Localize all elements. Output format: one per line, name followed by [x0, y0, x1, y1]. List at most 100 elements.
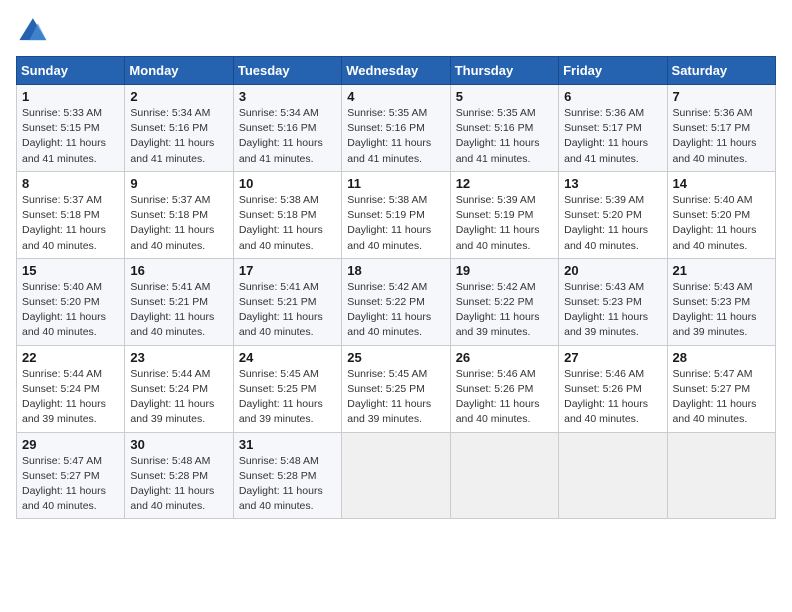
day-info: Sunrise: 5:36 AM Sunset: 5:17 PM Dayligh…	[673, 106, 770, 167]
day-info: Sunrise: 5:39 AM Sunset: 5:19 PM Dayligh…	[456, 193, 553, 254]
header-sunday: Sunday	[17, 57, 125, 85]
calendar-week-row: 1 Sunrise: 5:33 AM Sunset: 5:15 PM Dayli…	[17, 85, 776, 172]
header-wednesday: Wednesday	[342, 57, 450, 85]
day-number: 3	[239, 89, 336, 104]
calendar-day-10: 10 Sunrise: 5:38 AM Sunset: 5:18 PM Dayl…	[233, 171, 341, 258]
calendar-day-29: 29 Sunrise: 5:47 AM Sunset: 5:27 PM Dayl…	[17, 432, 125, 519]
day-info: Sunrise: 5:44 AM Sunset: 5:24 PM Dayligh…	[22, 367, 119, 428]
day-number: 26	[456, 350, 553, 365]
calendar-day-7: 7 Sunrise: 5:36 AM Sunset: 5:17 PM Dayli…	[667, 85, 775, 172]
calendar-day-20: 20 Sunrise: 5:43 AM Sunset: 5:23 PM Dayl…	[559, 258, 667, 345]
calendar-day-5: 5 Sunrise: 5:35 AM Sunset: 5:16 PM Dayli…	[450, 85, 558, 172]
day-info: Sunrise: 5:38 AM Sunset: 5:19 PM Dayligh…	[347, 193, 444, 254]
calendar-day-11: 11 Sunrise: 5:38 AM Sunset: 5:19 PM Dayl…	[342, 171, 450, 258]
day-info: Sunrise: 5:34 AM Sunset: 5:16 PM Dayligh…	[130, 106, 227, 167]
calendar-day-2: 2 Sunrise: 5:34 AM Sunset: 5:16 PM Dayli…	[125, 85, 233, 172]
day-number: 27	[564, 350, 661, 365]
day-number: 1	[22, 89, 119, 104]
day-info: Sunrise: 5:45 AM Sunset: 5:25 PM Dayligh…	[239, 367, 336, 428]
day-info: Sunrise: 5:46 AM Sunset: 5:26 PM Dayligh…	[456, 367, 553, 428]
day-info: Sunrise: 5:41 AM Sunset: 5:21 PM Dayligh…	[130, 280, 227, 341]
calendar-day-18: 18 Sunrise: 5:42 AM Sunset: 5:22 PM Dayl…	[342, 258, 450, 345]
header-tuesday: Tuesday	[233, 57, 341, 85]
calendar-week-row: 8 Sunrise: 5:37 AM Sunset: 5:18 PM Dayli…	[17, 171, 776, 258]
calendar-week-row: 15 Sunrise: 5:40 AM Sunset: 5:20 PM Dayl…	[17, 258, 776, 345]
calendar-week-row: 29 Sunrise: 5:47 AM Sunset: 5:27 PM Dayl…	[17, 432, 776, 519]
calendar-week-row: 22 Sunrise: 5:44 AM Sunset: 5:24 PM Dayl…	[17, 345, 776, 432]
header-friday: Friday	[559, 57, 667, 85]
day-info: Sunrise: 5:46 AM Sunset: 5:26 PM Dayligh…	[564, 367, 661, 428]
empty-cell	[667, 432, 775, 519]
calendar-day-14: 14 Sunrise: 5:40 AM Sunset: 5:20 PM Dayl…	[667, 171, 775, 258]
calendar-table: Sunday Monday Tuesday Wednesday Thursday…	[16, 56, 776, 519]
calendar-day-4: 4 Sunrise: 5:35 AM Sunset: 5:16 PM Dayli…	[342, 85, 450, 172]
calendar-day-25: 25 Sunrise: 5:45 AM Sunset: 5:25 PM Dayl…	[342, 345, 450, 432]
day-info: Sunrise: 5:45 AM Sunset: 5:25 PM Dayligh…	[347, 367, 444, 428]
day-number: 25	[347, 350, 444, 365]
day-number: 31	[239, 437, 336, 452]
calendar-day-12: 12 Sunrise: 5:39 AM Sunset: 5:19 PM Dayl…	[450, 171, 558, 258]
page-header	[16, 16, 776, 44]
day-info: Sunrise: 5:43 AM Sunset: 5:23 PM Dayligh…	[564, 280, 661, 341]
calendar-day-30: 30 Sunrise: 5:48 AM Sunset: 5:28 PM Dayl…	[125, 432, 233, 519]
day-number: 29	[22, 437, 119, 452]
day-number: 23	[130, 350, 227, 365]
day-info: Sunrise: 5:34 AM Sunset: 5:16 PM Dayligh…	[239, 106, 336, 167]
calendar-day-19: 19 Sunrise: 5:42 AM Sunset: 5:22 PM Dayl…	[450, 258, 558, 345]
calendar-day-26: 26 Sunrise: 5:46 AM Sunset: 5:26 PM Dayl…	[450, 345, 558, 432]
day-number: 13	[564, 176, 661, 191]
calendar-day-9: 9 Sunrise: 5:37 AM Sunset: 5:18 PM Dayli…	[125, 171, 233, 258]
day-info: Sunrise: 5:35 AM Sunset: 5:16 PM Dayligh…	[456, 106, 553, 167]
day-number: 17	[239, 263, 336, 278]
day-info: Sunrise: 5:42 AM Sunset: 5:22 PM Dayligh…	[347, 280, 444, 341]
day-info: Sunrise: 5:38 AM Sunset: 5:18 PM Dayligh…	[239, 193, 336, 254]
calendar-day-16: 16 Sunrise: 5:41 AM Sunset: 5:21 PM Dayl…	[125, 258, 233, 345]
calendar-day-13: 13 Sunrise: 5:39 AM Sunset: 5:20 PM Dayl…	[559, 171, 667, 258]
header-thursday: Thursday	[450, 57, 558, 85]
calendar-day-28: 28 Sunrise: 5:47 AM Sunset: 5:27 PM Dayl…	[667, 345, 775, 432]
day-number: 15	[22, 263, 119, 278]
day-info: Sunrise: 5:33 AM Sunset: 5:15 PM Dayligh…	[22, 106, 119, 167]
calendar-day-27: 27 Sunrise: 5:46 AM Sunset: 5:26 PM Dayl…	[559, 345, 667, 432]
day-info: Sunrise: 5:36 AM Sunset: 5:17 PM Dayligh…	[564, 106, 661, 167]
day-number: 4	[347, 89, 444, 104]
calendar-day-22: 22 Sunrise: 5:44 AM Sunset: 5:24 PM Dayl…	[17, 345, 125, 432]
day-number: 19	[456, 263, 553, 278]
day-number: 7	[673, 89, 770, 104]
day-number: 9	[130, 176, 227, 191]
day-info: Sunrise: 5:47 AM Sunset: 5:27 PM Dayligh…	[22, 454, 119, 515]
day-number: 10	[239, 176, 336, 191]
logo	[16, 16, 52, 44]
day-number: 5	[456, 89, 553, 104]
day-number: 8	[22, 176, 119, 191]
day-info: Sunrise: 5:40 AM Sunset: 5:20 PM Dayligh…	[673, 193, 770, 254]
day-number: 30	[130, 437, 227, 452]
logo-icon	[16, 16, 48, 44]
day-info: Sunrise: 5:40 AM Sunset: 5:20 PM Dayligh…	[22, 280, 119, 341]
day-info: Sunrise: 5:35 AM Sunset: 5:16 PM Dayligh…	[347, 106, 444, 167]
empty-cell	[559, 432, 667, 519]
day-number: 14	[673, 176, 770, 191]
day-info: Sunrise: 5:44 AM Sunset: 5:24 PM Dayligh…	[130, 367, 227, 428]
day-number: 24	[239, 350, 336, 365]
calendar-header-row: Sunday Monday Tuesday Wednesday Thursday…	[17, 57, 776, 85]
day-number: 16	[130, 263, 227, 278]
day-info: Sunrise: 5:41 AM Sunset: 5:21 PM Dayligh…	[239, 280, 336, 341]
day-info: Sunrise: 5:48 AM Sunset: 5:28 PM Dayligh…	[239, 454, 336, 515]
day-info: Sunrise: 5:48 AM Sunset: 5:28 PM Dayligh…	[130, 454, 227, 515]
day-number: 12	[456, 176, 553, 191]
calendar-day-17: 17 Sunrise: 5:41 AM Sunset: 5:21 PM Dayl…	[233, 258, 341, 345]
day-number: 22	[22, 350, 119, 365]
calendar-day-6: 6 Sunrise: 5:36 AM Sunset: 5:17 PM Dayli…	[559, 85, 667, 172]
calendar-day-31: 31 Sunrise: 5:48 AM Sunset: 5:28 PM Dayl…	[233, 432, 341, 519]
calendar-day-8: 8 Sunrise: 5:37 AM Sunset: 5:18 PM Dayli…	[17, 171, 125, 258]
calendar-day-23: 23 Sunrise: 5:44 AM Sunset: 5:24 PM Dayl…	[125, 345, 233, 432]
calendar-body: 1 Sunrise: 5:33 AM Sunset: 5:15 PM Dayli…	[17, 85, 776, 519]
day-info: Sunrise: 5:47 AM Sunset: 5:27 PM Dayligh…	[673, 367, 770, 428]
day-number: 6	[564, 89, 661, 104]
calendar-day-1: 1 Sunrise: 5:33 AM Sunset: 5:15 PM Dayli…	[17, 85, 125, 172]
day-info: Sunrise: 5:43 AM Sunset: 5:23 PM Dayligh…	[673, 280, 770, 341]
day-number: 18	[347, 263, 444, 278]
calendar-day-21: 21 Sunrise: 5:43 AM Sunset: 5:23 PM Dayl…	[667, 258, 775, 345]
calendar-day-24: 24 Sunrise: 5:45 AM Sunset: 5:25 PM Dayl…	[233, 345, 341, 432]
